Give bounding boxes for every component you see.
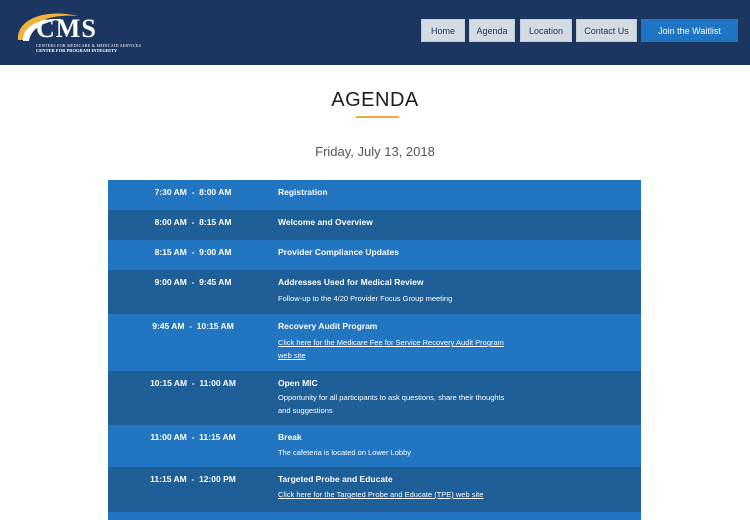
agenda-time: 8:00 AM - 8:15 AM bbox=[154, 217, 232, 227]
agenda-time: 10:15 AM - 11:00 AM bbox=[150, 378, 236, 388]
agenda-row: 10:15 AM - 11:00 AM Open MIC Opportunity… bbox=[108, 371, 641, 425]
nav-contact-button[interactable]: Contact Us bbox=[576, 19, 637, 42]
agenda-row: 7:30 AM - 8:00 AM Registration bbox=[108, 180, 641, 210]
agenda-time: 8:15 AM - 9:00 AM bbox=[154, 247, 232, 257]
agenda-title: Welcome and Overview bbox=[278, 217, 373, 227]
agenda-title: Registration bbox=[278, 187, 328, 197]
agenda-row: 11:00 AM - 11:15 AM Break The cafeteria … bbox=[108, 425, 641, 467]
agenda-row: 8:00 AM - 8:15 AM Welcome and Overview bbox=[108, 210, 641, 240]
recovery-audit-link[interactable]: Click here for the Medicare Fee for Serv… bbox=[278, 337, 508, 362]
nav-location-button[interactable]: Location bbox=[520, 19, 572, 42]
cms-logo[interactable]: CMS CENTERS FOR MEDICARE & MEDICAID SERV… bbox=[14, 10, 141, 54]
page-title: AGENDA bbox=[331, 89, 419, 111]
nav-home-button[interactable]: Home bbox=[421, 19, 465, 42]
agenda-time: 11:00 AM - 11:15 AM bbox=[150, 432, 236, 442]
agenda-row: 9:00 AM - 9:45 AM Addresses Used for Med… bbox=[108, 270, 641, 314]
agenda-row: 8:15 AM - 9:00 AM Provider Compliance Up… bbox=[108, 240, 641, 270]
agenda-row bbox=[108, 512, 641, 520]
nav-agenda-button[interactable]: Agenda bbox=[469, 19, 515, 42]
agenda-table: 7:30 AM - 8:00 AM Registration 8:00 AM -… bbox=[108, 180, 641, 520]
agenda-title: Targeted Probe and Educate bbox=[278, 474, 393, 484]
tpe-link[interactable]: Click here for the Targeted Probe and Ed… bbox=[278, 489, 508, 502]
agenda-row: 11:15 AM - 12:00 PM Targeted Probe and E… bbox=[108, 467, 641, 512]
event-date: Friday, July 13, 2018 bbox=[315, 144, 435, 159]
agenda-title: Addresses Used for Medical Review bbox=[278, 277, 424, 287]
agenda-description: Follow-up to the 4/20 Provider Focus Gro… bbox=[278, 294, 453, 303]
agenda-title: Recovery Audit Program bbox=[278, 321, 378, 331]
agenda-row: 9:45 AM - 10:15 AM Recovery Audit Progra… bbox=[108, 314, 641, 371]
title-underline bbox=[356, 116, 399, 118]
agenda-title: Break bbox=[278, 432, 302, 442]
agenda-time: 11:15 AM - 12:00 PM bbox=[150, 474, 236, 484]
logo-wordmark: CMS bbox=[36, 14, 97, 43]
join-waitlist-button[interactable]: Join the Waitlist bbox=[641, 19, 738, 42]
agenda-time: 7:30 AM - 8:00 AM bbox=[154, 187, 232, 197]
site-header: CMS CENTERS FOR MEDICARE & MEDICAID SERV… bbox=[0, 0, 750, 65]
agenda-title: Provider Compliance Updates bbox=[278, 247, 399, 257]
agenda-time: 9:00 AM - 9:45 AM bbox=[154, 277, 232, 287]
agenda-description: Opportunity for all participants to ask … bbox=[278, 393, 505, 415]
agenda-title: Open MIC bbox=[278, 378, 318, 388]
agenda-description: The cafeteria is located on Lower Lobby bbox=[278, 448, 411, 457]
agenda-time: 9:45 AM - 10:15 AM bbox=[152, 321, 234, 331]
logo-subtitle: CENTER FOR PROGRAM INTEGRITY bbox=[36, 48, 118, 53]
